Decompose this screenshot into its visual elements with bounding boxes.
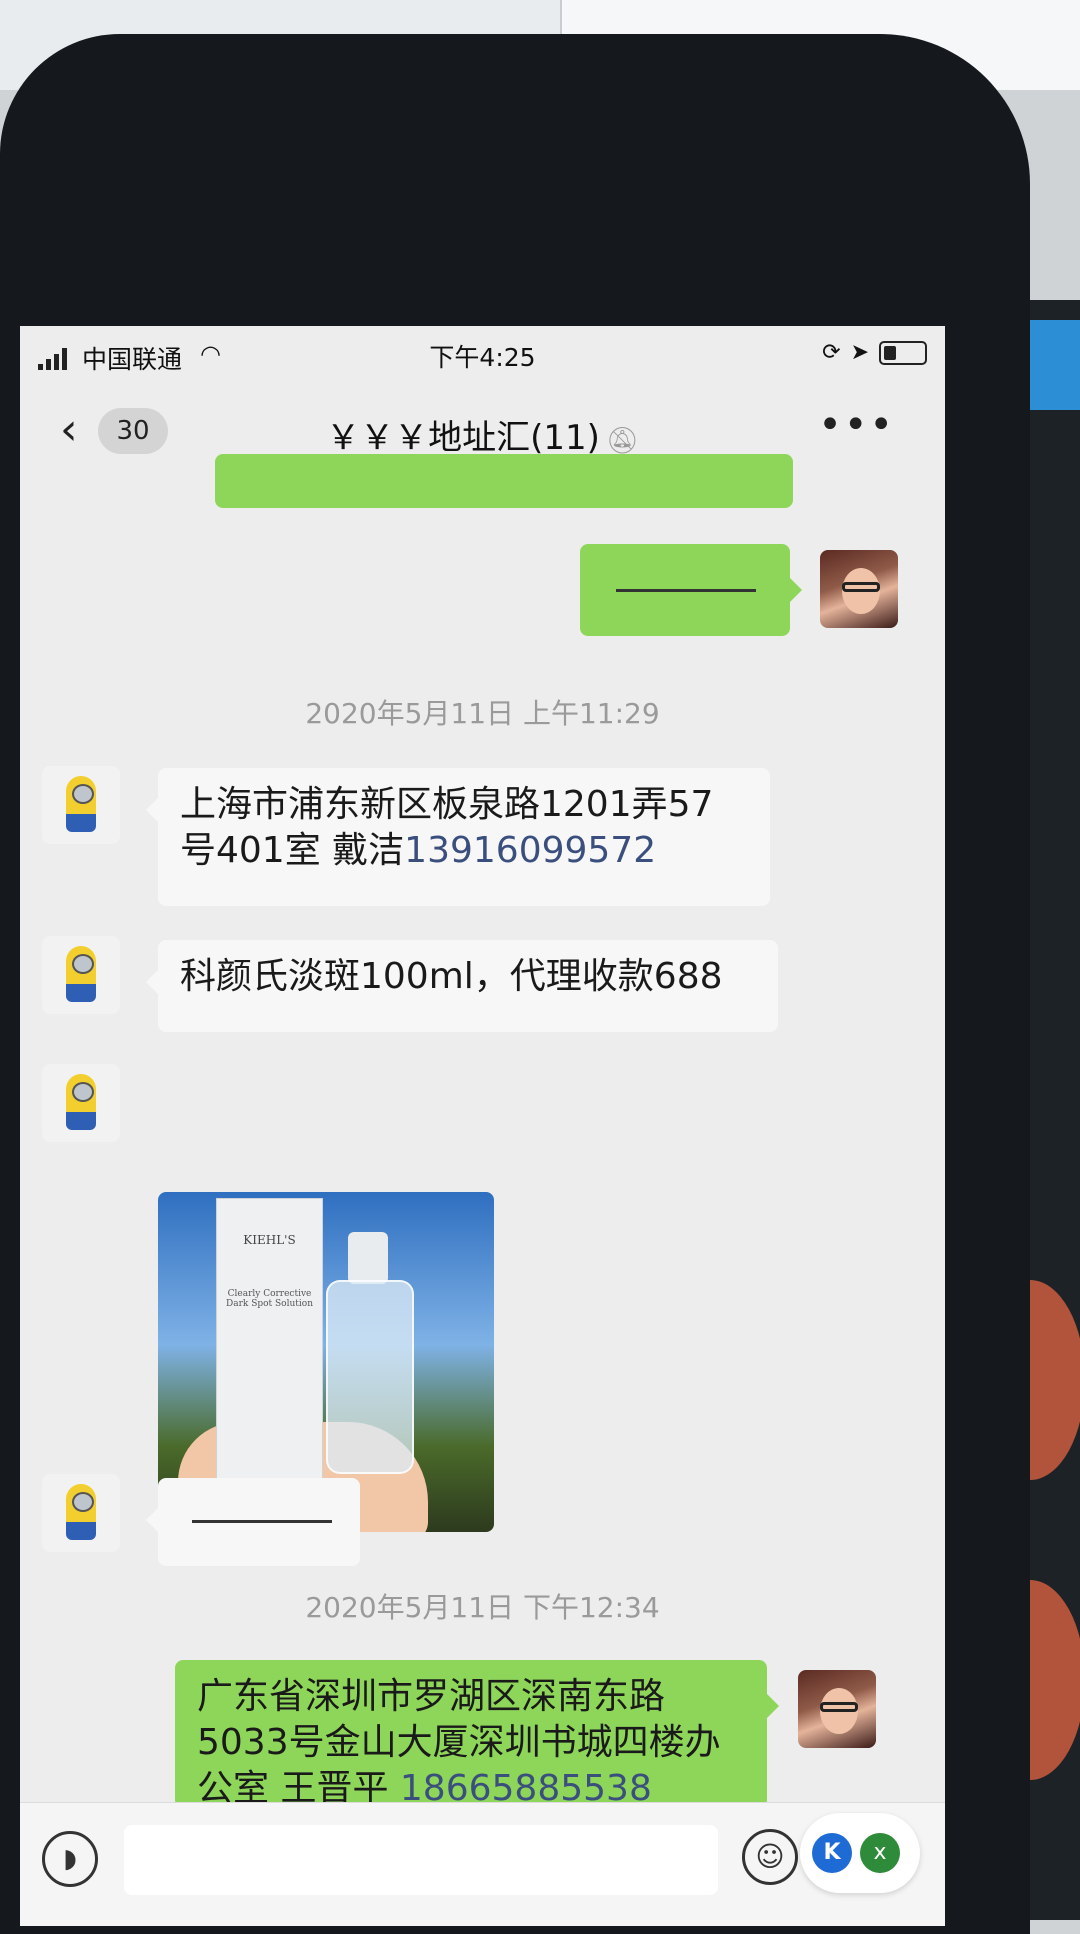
box-brand: KIEHL'S [243,1233,296,1247]
input-bar: ◗ ☺ K x [20,1802,945,1926]
box-product-name: Clearly Corrective Dark Spot Solution [226,1289,313,1309]
timestamp: 2020年5月11日 上午11:29 [305,697,660,730]
close-icon[interactable]: x [860,1833,900,1873]
phone-number-link[interactable]: 13916099572 [404,830,656,871]
location-icon: ➤ [850,340,869,365]
avatar[interactable] [42,936,120,1014]
product-box: KIEHL'S Clearly Corrective Dark Spot Sol… [216,1198,323,1480]
clock: 下午4:25 [429,343,536,372]
emoji-icon[interactable]: ☺ [742,1829,798,1885]
keyboard-app-icon[interactable]: K [812,1833,852,1873]
voice-icon[interactable]: ◗ [42,1831,98,1887]
message-bubble-partial[interactable] [215,454,793,508]
rotation-lock-icon: ⟳ [822,340,841,365]
message-input[interactable] [124,1825,718,1895]
message-bubble[interactable]: 上海市浦东新区板泉路1201弄57号401室 戴洁13916099572 [146,768,770,906]
phone-frame: 中国联通 ◠ 下午4:25 ⟳ ➤ ‹ 30 ￥￥￥地址汇(11)🔕︎ ••• [0,34,1030,1934]
message-text: 科颜氏淡斑100ml，代理收款688 [180,956,723,997]
more-icon[interactable]: ••• [818,402,895,448]
message-list[interactable]: 2020年5月11日 上午11:29 上海市浦东新区板泉路1201弄57号401… [20,454,945,1774]
avatar[interactable] [42,1064,120,1142]
chat-title: ￥￥￥地址汇(11) [326,418,600,458]
floating-overlay[interactable]: K x [800,1813,920,1893]
chat-title-container: ￥￥￥地址汇(11) 🔕︎ [20,410,945,459]
chat-screen: 中国联通 ◠ 下午4:25 ⟳ ➤ ‹ 30 ￥￥￥地址汇(11)🔕︎ ••• [20,326,945,1926]
status-bar: 中国联通 ◠ 下午4:25 ⟳ ➤ [20,326,945,386]
bottle [326,1280,414,1474]
avatar[interactable] [42,766,120,844]
battery-icon [879,340,927,365]
status-indicators: ⟳ ➤ [822,340,927,365]
bell-off-icon: 🔕︎ [605,426,639,456]
avatar[interactable] [820,550,898,628]
bottle-cap [348,1232,388,1284]
message-bubble[interactable]: 科颜氏淡斑100ml，代理收款688 [146,940,778,1032]
dash-line [616,589,756,592]
message-bubble[interactable] [580,544,802,636]
product-image[interactable]: KIEHL'S Clearly Corrective Dark Spot Sol… [158,1192,494,1532]
